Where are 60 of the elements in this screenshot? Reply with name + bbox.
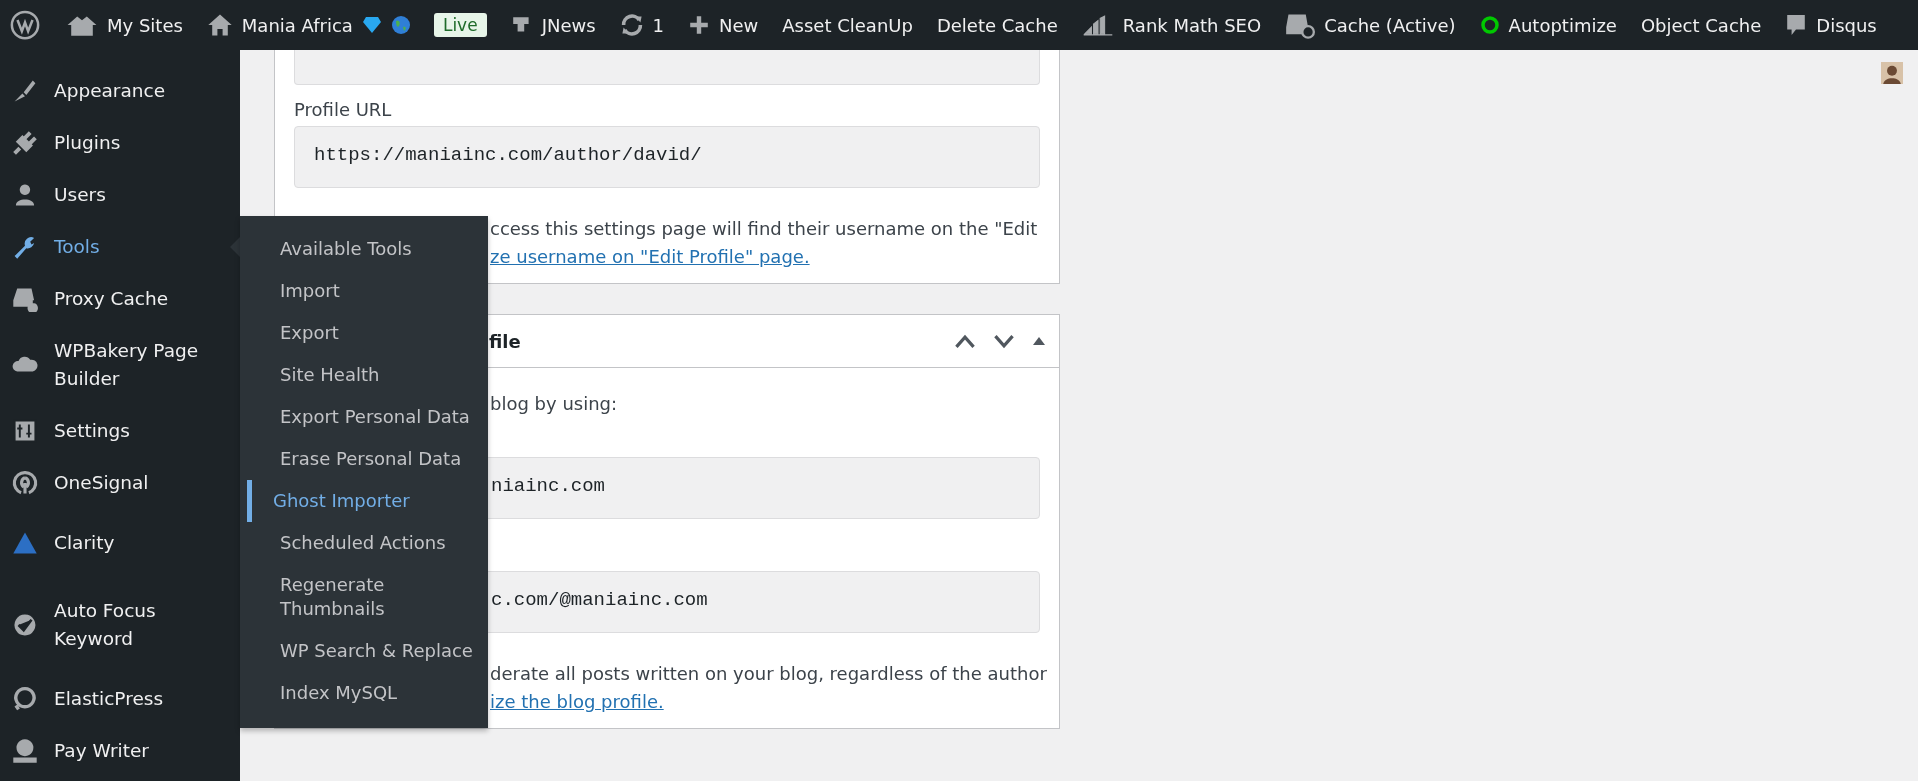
sidebar-item[interactable]: Clarity: [0, 509, 240, 577]
sidebar-item[interactable]: Appearance: [0, 65, 240, 117]
globe-icon: [390, 15, 411, 35]
status-ring-icon: [1479, 15, 1500, 35]
submenu-item[interactable]: Export: [247, 312, 488, 354]
admin-bar-link[interactable]: Object Cache: [1640, 14, 1762, 36]
submenu-item[interactable]: Scheduled Actions: [247, 522, 488, 564]
chevron-up-icon[interactable]: [954, 333, 976, 349]
admin-bar-link[interactable]: 1: [652, 14, 665, 36]
plug-icon: [12, 130, 38, 156]
search-icon: [12, 686, 38, 712]
field-label: Profile URL: [294, 99, 393, 120]
admin-bar-link[interactable]: Delete Cache: [936, 14, 1058, 36]
sidebar-item[interactable]: Auto Focus Keyword: [0, 577, 240, 673]
sidebar-item[interactable]: Pay Writer: [0, 725, 240, 777]
submenu-item[interactable]: Import: [247, 270, 488, 312]
sidebar-item[interactable]: ElasticPress: [0, 673, 240, 725]
signal-icon: [12, 470, 38, 496]
diamond-icon: [361, 16, 382, 34]
sidebar-item[interactable]: OneSignal: [0, 457, 240, 509]
home-icon: [206, 12, 233, 38]
settings-link[interactable]: ze username on "Edit Profile" page.: [490, 246, 810, 267]
plus-icon: [688, 14, 711, 36]
help-text: ccess this settings page will find their username on the "Edit: [490, 217, 1038, 241]
settings-link[interactable]: ize the blog profile.: [490, 691, 664, 712]
sidebar-item[interactable]: Settings: [0, 405, 240, 457]
admin-bar-link[interactable]: Autoptimize: [1508, 14, 1617, 36]
sidebar-item[interactable]: Plugins: [0, 117, 240, 169]
submenu-item[interactable]: Available Tools: [247, 228, 488, 270]
admin-bar-link[interactable]: Disqus: [1816, 14, 1877, 36]
chevron-down-icon[interactable]: [993, 333, 1015, 349]
admin-bar-link[interactable]: New: [719, 14, 759, 36]
avatar-icon[interactable]: [1881, 62, 1903, 84]
cache-icon: [12, 286, 38, 312]
wordpress-logo-icon[interactable]: [10, 10, 40, 40]
submenu-item[interactable]: Export Personal Data: [247, 396, 488, 438]
panel-title: file: [489, 330, 521, 352]
triangle-icon: [12, 530, 38, 556]
sliders-icon: [12, 418, 38, 444]
sidebar-item[interactable]: WPBakery Page Builder: [0, 325, 240, 405]
live-badge: Live: [433, 13, 487, 37]
admin-bar-link[interactable]: Mania Africa: [241, 14, 353, 36]
sidebar-item[interactable]: Users: [0, 169, 240, 221]
url-field[interactable]: https://maniainc.com/author/david/: [294, 126, 1040, 188]
panel-text: blog by using:: [490, 392, 618, 416]
refresh-icon: [619, 13, 644, 37]
admin-bar-link[interactable]: JNews: [541, 14, 596, 36]
admin-bar-link[interactable]: Cache (Active): [1324, 14, 1456, 36]
sidebar-item[interactable]: Tools: [0, 221, 240, 273]
submenu-item[interactable]: Index MySQL: [247, 672, 488, 714]
admin-bar-link[interactable]: Rank Math SEO: [1122, 14, 1262, 36]
chart-icon: [1081, 14, 1114, 36]
submenu-item[interactable]: Site Health: [247, 354, 488, 396]
collapse-triangle-icon[interactable]: [1032, 336, 1046, 346]
brush-icon: [12, 78, 38, 104]
admin-bar-link[interactable]: My Sites: [107, 14, 183, 36]
admin-bar-link[interactable]: Asset CleanUp: [782, 14, 913, 36]
help-text: derate all posts written on your blog, regardless of the author: [490, 662, 1047, 686]
sidebar-item[interactable]: Proxy Cache: [0, 273, 240, 325]
submenu-item[interactable]: WP Search & Replace: [247, 630, 488, 672]
